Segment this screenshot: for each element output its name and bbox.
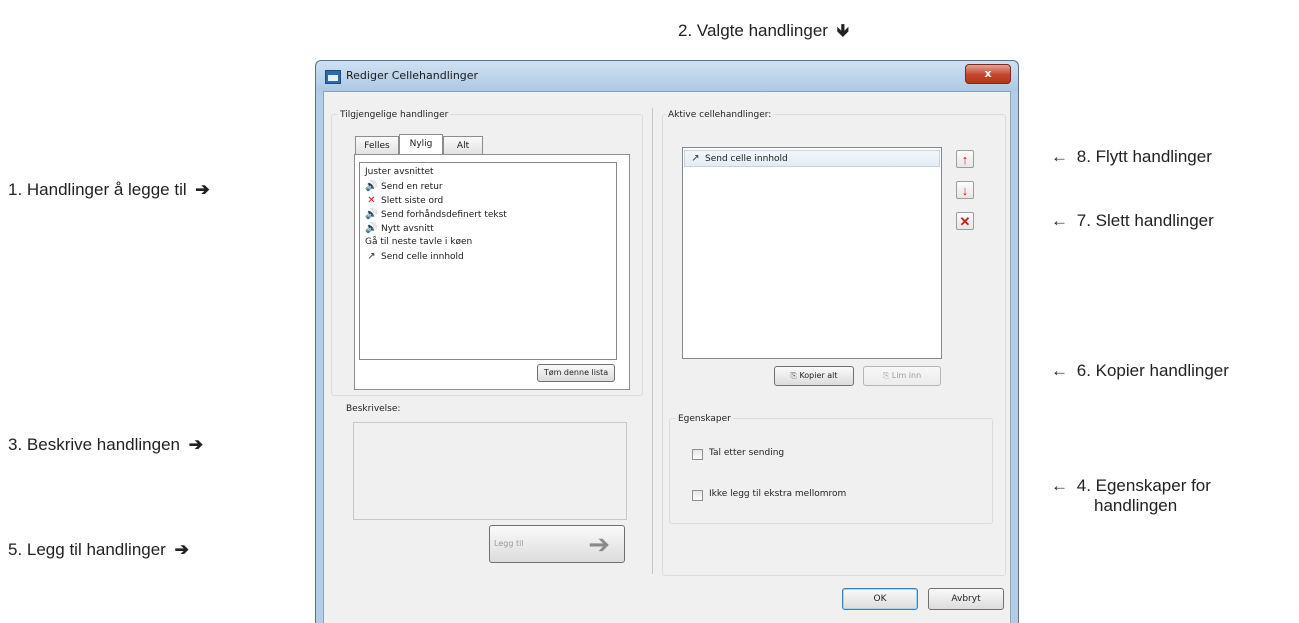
- right-arrow-icon: ➔: [195, 180, 210, 199]
- delete-action-button[interactable]: ✕: [956, 212, 974, 230]
- cancel-button[interactable]: Avbryt: [928, 588, 1004, 610]
- speaker-icon: 🔊: [365, 223, 378, 234]
- list-item[interactable]: 🔊 Nytt avsnitt: [365, 222, 434, 235]
- right-arrow-icon: ➔: [174, 540, 189, 559]
- left-arrow-icon: ←: [1051, 476, 1068, 495]
- move-down-button[interactable]: ↓: [956, 181, 974, 199]
- list-item[interactable]: Juster avsnittet: [365, 166, 434, 179]
- close-button[interactable]: x: [965, 64, 1011, 84]
- speaker-icon: 🔊: [365, 181, 378, 192]
- list-item[interactable]: ✕ Slett siste ord: [365, 194, 443, 207]
- callout-move-actions: ← 8. Flytt handlinger: [1047, 147, 1212, 167]
- properties-group: [669, 418, 993, 524]
- right-arrow-icon: ➔: [188, 435, 203, 454]
- ok-button[interactable]: OK: [842, 588, 918, 610]
- active-actions-list[interactable]: ↗ Send celle innhold: [682, 147, 942, 359]
- callout-text: 2. Valgte handlinger: [678, 21, 828, 40]
- available-actions-label: Tilgjengelige handlinger: [338, 110, 451, 120]
- no-extra-space-label: Ikke legg til ekstra mellomrom: [709, 489, 847, 499]
- callout-text-line2: handlingen: [1094, 496, 1178, 515]
- description-box: [353, 422, 627, 520]
- callout-actions-to-add: 1. Handlinger å legge til ➔: [8, 180, 214, 200]
- list-item[interactable]: Gå til neste tavle i køen: [365, 236, 472, 249]
- callout-text: 6. Kopier handlinger: [1076, 361, 1229, 380]
- speak-after-send-checkbox[interactable]: [692, 449, 703, 460]
- vertical-divider: [652, 108, 653, 574]
- available-actions-list[interactable]: Juster avsnittet 🔊 Send en retur ✕ Slett s…: [359, 162, 617, 360]
- tab-felles[interactable]: Felles: [355, 136, 399, 154]
- no-extra-space-checkbox[interactable]: [692, 490, 703, 501]
- description-label: Beskrivelse:: [346, 404, 401, 414]
- properties-label: Egenskaper: [676, 414, 733, 424]
- callout-text: 1. Handlinger å legge til: [8, 180, 187, 199]
- window-icon: [325, 70, 341, 84]
- dialog-client: Tilgjengelige handlinger Felles Nylig Al…: [323, 91, 1011, 623]
- add-button[interactable]: Legg til ➔: [489, 525, 625, 563]
- list-item[interactable]: 🔊 Send en retur: [365, 180, 442, 193]
- speak-after-send-label: Tal etter sending: [709, 448, 785, 458]
- add-button-label: Legg til: [494, 539, 524, 548]
- callout-selected-actions: 2. Valgte handlinger 🡻: [678, 18, 853, 47]
- tab-nylig[interactable]: Nylig: [399, 134, 443, 154]
- copy-all-button[interactable]: ⎘ Kopier alt: [774, 366, 854, 386]
- clear-list-button[interactable]: Tøm denne lista: [537, 364, 615, 382]
- callout-text: 5. Legg til handlinger: [8, 540, 166, 559]
- callout-delete-actions: ← 7. Slett handlinger: [1047, 211, 1214, 231]
- callout-text: 7. Slett handlinger: [1076, 211, 1214, 230]
- arrow-icon: ↗: [691, 153, 700, 164]
- list-item[interactable]: ↗ Send celle innhold: [365, 250, 463, 263]
- arrow-icon: ↗: [367, 251, 376, 262]
- paste-icon: ⎘: [882, 371, 890, 380]
- left-arrow-icon: ←: [1051, 361, 1068, 380]
- callout-describe-action: 3. Beskrive handlingen ➔: [8, 435, 207, 455]
- callout-copy-actions: ← 6. Kopier handlinger: [1047, 361, 1229, 381]
- list-item[interactable]: 🔊 Send forhåndsdefinert tekst: [365, 208, 507, 221]
- dialog-window: Rediger Cellehandlinger x Tilgjengelige …: [315, 60, 1019, 623]
- left-arrow-icon: ←: [1051, 211, 1068, 230]
- active-actions-label: Aktive cellehandlinger:: [666, 110, 774, 120]
- tab-strip: Felles Nylig Alt: [355, 134, 625, 156]
- tab-alt[interactable]: Alt: [443, 136, 483, 154]
- left-arrow-icon: ←: [1051, 147, 1068, 166]
- callout-add-actions: 5. Legg til handlinger ➔: [8, 540, 193, 560]
- callout-text: 8. Flytt handlinger: [1076, 147, 1212, 166]
- window-title: Rediger Cellehandlinger: [346, 69, 479, 82]
- callout-text: 3. Beskrive handlingen: [8, 435, 181, 454]
- move-up-button[interactable]: ↑: [956, 150, 974, 168]
- callout-text: 4. Egenskaper for: [1076, 476, 1211, 495]
- paste-label: Lim inn: [891, 371, 922, 380]
- copy-icon: ⎘: [790, 371, 797, 380]
- callout-action-properties: ← 4. Egenskaper for handlingen: [1047, 476, 1211, 516]
- list-item-selected[interactable]: ↗ Send celle innhold: [684, 150, 940, 167]
- copy-all-label: Kopier alt: [799, 371, 838, 380]
- title-bar[interactable]: Rediger Cellehandlinger x: [316, 61, 1018, 91]
- right-arrow-icon: ➔: [588, 530, 610, 560]
- paste-button[interactable]: ⎘ Lim inn: [863, 366, 941, 386]
- speaker-icon: 🔊: [365, 209, 378, 220]
- down-arrow-icon: 🡻: [836, 21, 849, 40]
- red-x-icon: ✕: [367, 195, 376, 206]
